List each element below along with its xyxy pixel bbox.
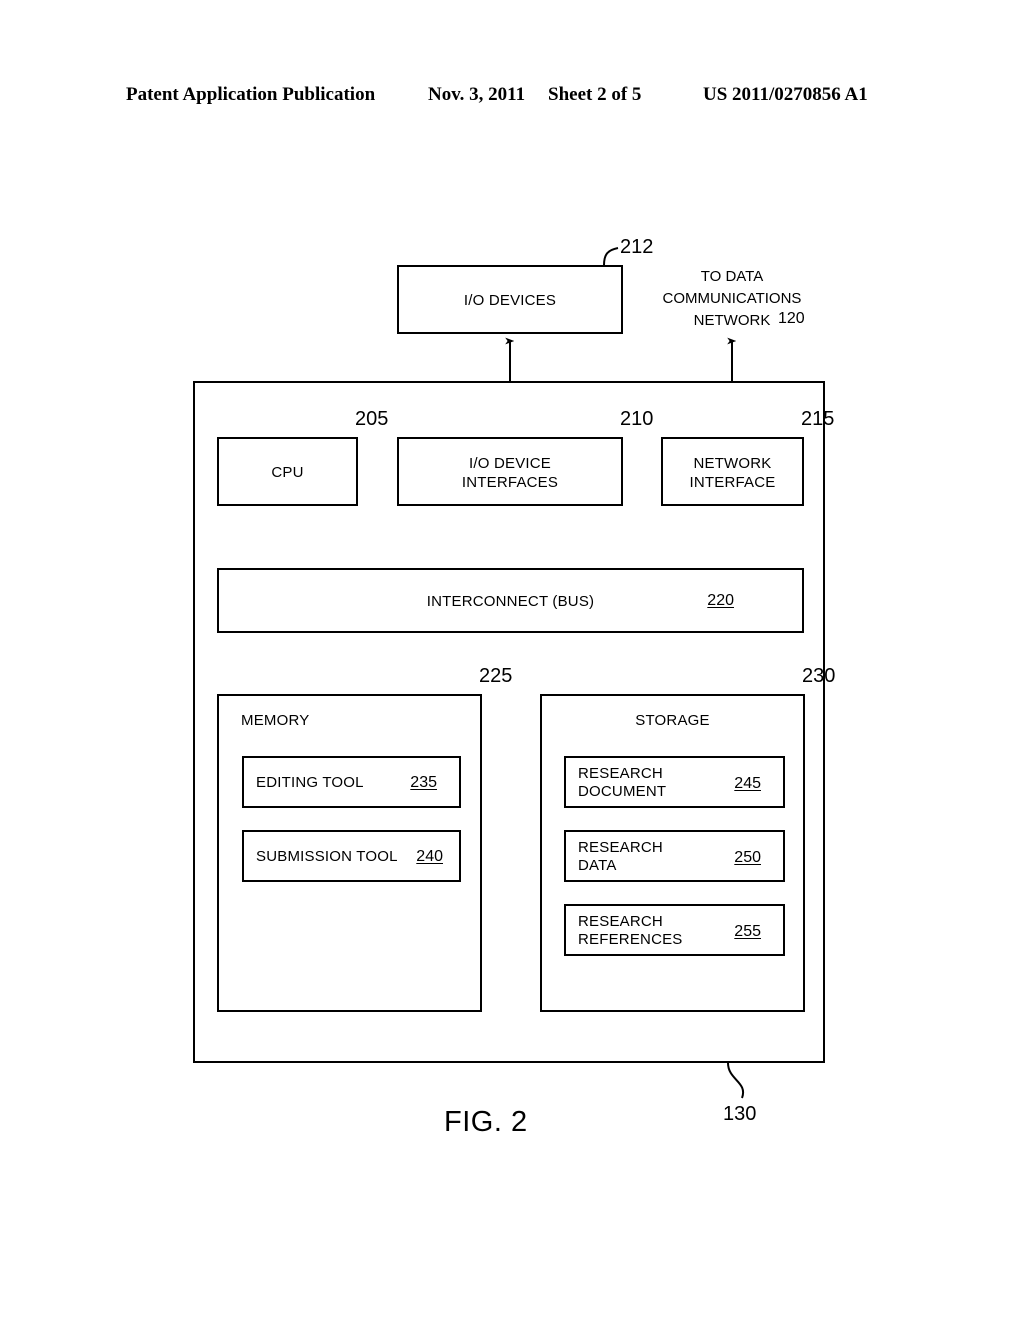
component-editing-tool-label: EDITING TOOL xyxy=(256,774,364,791)
block-interconnect-bus: INTERCONNECT (BUS) 220 xyxy=(217,568,804,633)
block-network-interface: NETWORK INTERFACE xyxy=(661,437,804,506)
block-cpu-label: CPU xyxy=(271,464,304,481)
block-storage: STORAGE RESEARCH DOCUMENT 245 RESEARCH D… xyxy=(540,694,805,1012)
refnum-245: 245 xyxy=(734,775,761,792)
page-header: Patent Application Publication Nov. 3, 2… xyxy=(0,84,1024,110)
component-submission-tool-label: SUBMISSION TOOL xyxy=(256,848,398,865)
refnum-230: 230 xyxy=(802,665,836,687)
component-research-document: RESEARCH DOCUMENT 245 xyxy=(564,756,785,808)
component-research-references-label: RESEARCH REFERENCES xyxy=(578,913,683,948)
refnum-210: 210 xyxy=(620,408,654,430)
refnum-120: 120 xyxy=(778,310,805,327)
component-editing-tool: EDITING TOOL 235 xyxy=(242,756,461,808)
component-research-data: RESEARCH DATA 250 xyxy=(564,830,785,882)
header-patent-number: US 2011/0270856 A1 xyxy=(703,84,868,105)
leader-line-212 xyxy=(603,247,619,266)
block-memory: MEMORY EDITING TOOL 235 SUBMISSION TOOL … xyxy=(217,694,482,1012)
refnum-235: 235 xyxy=(410,774,437,791)
figure-caption: FIG. 2 xyxy=(444,1106,528,1138)
block-cpu: CPU xyxy=(217,437,358,506)
refnum-130: 130 xyxy=(723,1103,757,1125)
leader-line-130 xyxy=(727,1062,745,1099)
block-memory-label: MEMORY xyxy=(241,712,310,729)
header-publication-title: Patent Application Publication xyxy=(126,84,376,105)
refnum-212: 212 xyxy=(620,236,654,258)
refnum-220: 220 xyxy=(707,592,734,609)
refnum-250: 250 xyxy=(734,849,761,866)
block-io-devices: I/O DEVICES xyxy=(397,265,623,334)
refnum-225: 225 xyxy=(479,665,513,687)
block-io-device-interfaces: I/O DEVICE INTERFACES xyxy=(397,437,623,506)
refnum-205: 205 xyxy=(355,408,389,430)
refnum-240: 240 xyxy=(416,848,443,865)
component-submission-tool: SUBMISSION TOOL 240 xyxy=(242,830,461,882)
block-io-devices-label: I/O DEVICES xyxy=(463,292,557,309)
block-network-interface-label: NETWORK INTERFACE xyxy=(689,455,776,491)
block-storage-label: STORAGE xyxy=(635,712,710,729)
refnum-215: 215 xyxy=(801,408,835,430)
component-research-data-label: RESEARCH DATA xyxy=(578,839,663,874)
header-sheet-number: Sheet 2 of 5 xyxy=(548,84,642,105)
header-publication-date: Nov. 3, 2011 xyxy=(428,84,526,105)
block-io-device-interfaces-label: I/O DEVICE INTERFACES xyxy=(461,455,559,491)
refnum-255: 255 xyxy=(734,923,761,940)
component-research-references: RESEARCH REFERENCES 255 xyxy=(564,904,785,956)
component-research-document-label: RESEARCH DOCUMENT xyxy=(578,765,667,800)
